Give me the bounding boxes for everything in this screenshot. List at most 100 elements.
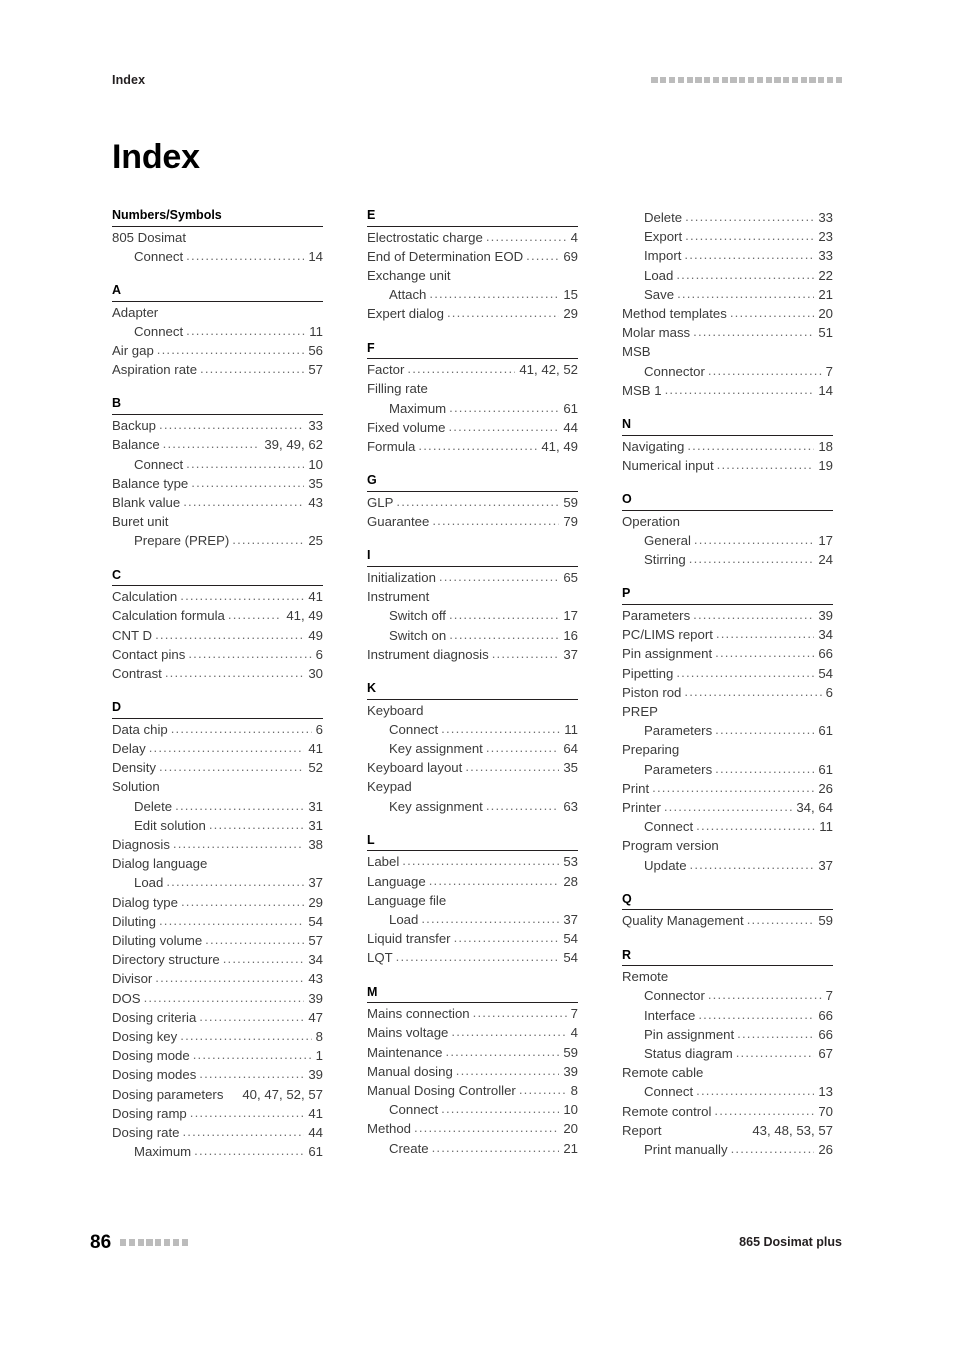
dot-leader: ........................................… [715,760,814,776]
index-entry-page: 40, 47, 52, 57 [242,1086,323,1102]
index-entry: Connect.................................… [622,1082,833,1101]
index-entry: Delete..................................… [112,797,323,816]
index-entry-label: Language [367,873,426,889]
index-entry-page: 61 [308,1144,323,1160]
index-entry-label: Connect [644,1084,694,1100]
index-section-f: FFactor.................................… [367,341,578,457]
index-entry-label: Dosing parameters [112,1086,224,1102]
dot-leader: ........................................… [222,951,305,967]
index-entry-label: Interface [644,1007,696,1023]
dot-leader: ........................................… [205,932,304,948]
index-entry-label: End of Determination EOD [367,248,524,264]
index-entry-page: 39, 49, 62 [264,437,323,453]
index-entry-page: 59 [818,913,833,929]
section-letter-heading: L [367,833,578,852]
index-entry-page: 16 [563,627,578,643]
index-entry-page: 14 [818,382,833,398]
index-entry-label: Numerical input [622,457,714,473]
index-section-k: K Keyboard Connect........................… [367,681,578,816]
section-letter-heading: A [112,283,323,302]
dot-leader: ........................................… [485,797,560,813]
dot-leader: ........................................… [200,361,304,377]
index-entry-label: Exchange unit [367,268,451,284]
index-entry: Backup..................................… [112,416,323,435]
dot-leader: ........................................… [175,797,305,813]
running-header-title: Index [112,72,146,87]
index-entry-label: Remote cable [622,1065,704,1081]
index-entry-page: 43 [308,971,323,987]
dot-leader: ........................................… [693,324,814,340]
index-entry: Mains connection........................… [367,1004,578,1023]
index-entry-label: Solution [112,779,160,795]
index-entry: MSB 1...................................… [622,381,833,400]
index-entry-page: 10 [308,456,323,472]
index-entry-label: Report [622,1122,662,1138]
index-entry-page: 33 [818,248,833,264]
index-entry-page: 34, 64 [796,799,833,815]
index-entry: Dialog type.............................… [112,893,323,912]
footer-document-title: 865 Dosimat plus [739,1235,842,1250]
index-entry-label: Aspiration rate [112,362,198,378]
index-entry-label: Contrast [112,665,162,681]
index-entry-page: 53 [563,854,578,870]
index-entry-page: 41 [308,740,323,756]
index-entry-page: 22 [818,267,833,283]
dot-leader: ........................................… [707,987,822,1003]
index-entry-label: Dosing rate [112,1125,180,1141]
dot-leader: ........................................… [685,209,815,224]
index-entry-label: Molar mass [622,325,691,341]
index-entry-label: Manual Dosing Controller [367,1083,516,1099]
dot-leader: ........................................… [166,874,304,890]
index-entry-label: Mains connection [367,1006,470,1022]
section-letter-heading: D [112,700,323,719]
dot-leader: ........................................… [164,664,305,680]
index-entry-page: 79 [563,514,578,530]
decoration-square [668,76,676,84]
index-section-numbers-symbols: Numbers/Symbols 805 Dosimat Connect.......… [112,208,323,266]
index-entry-label: Keypad [367,779,412,795]
index-entry-label: Load [389,912,419,928]
index-entry-label: Dosing criteria [112,1009,197,1025]
index-entry: Calculation.............................… [112,587,323,606]
index-entry: Guarantee...............................… [367,512,578,531]
index-entry-label: Load [134,875,164,891]
index-entry-page: 33 [308,418,323,434]
index-entry-page: 4 [570,1025,578,1041]
index-entry: Dosing ramp.............................… [112,1104,323,1123]
index-entry-label: Save [644,286,675,302]
index-entry-page: 30 [308,665,323,681]
index-entry-label: Formula [367,439,416,455]
index-entry: MSB [622,342,833,361]
index-entry-label: Printer [622,799,661,815]
decoration-square [783,76,790,84]
index-entry-page: 7 [825,363,833,379]
index-entry-page: 21 [563,1140,578,1156]
dot-leader: ........................................… [684,247,815,263]
index-entry-label: Maximum [134,1144,192,1160]
index-entry-page: 29 [308,894,323,910]
index-entry-label: Quality Management [622,913,744,929]
index-entry-page: 54 [563,950,578,966]
index-entry-label: Load [644,267,674,283]
index-entry-page: 20 [563,1121,578,1137]
decoration-square [765,76,772,84]
dot-leader: ........................................… [729,305,815,321]
index-entry-page: 34 [818,627,833,643]
index-entry-label: GLP [367,494,394,510]
dot-leader: ........................................… [737,1025,815,1041]
index-entry-page: 8 [570,1083,578,1099]
index-entry-label: Maximum [389,400,447,416]
index-entry-label: Piston rod [622,684,682,700]
index-entry-label: Status diagram [644,1046,733,1062]
dot-leader: ........................................… [449,626,559,642]
index-entry-page: 43, 48, 53, 57 [752,1122,833,1138]
index-page: Index Index Numbers/Symbols 805 Dosimat Co… [0,0,954,1350]
index-entry: Delete..................................… [622,208,833,227]
index-entry-label: General [644,532,691,548]
index-entry-page: 1 [315,1048,323,1064]
index-entry-label: Air gap [112,343,154,359]
index-entry: Filling rate [367,379,578,398]
dot-leader: ........................................… [746,912,815,928]
index-section-l: LLabel..................................… [367,833,578,968]
index-entry-label: Operation [622,513,680,529]
